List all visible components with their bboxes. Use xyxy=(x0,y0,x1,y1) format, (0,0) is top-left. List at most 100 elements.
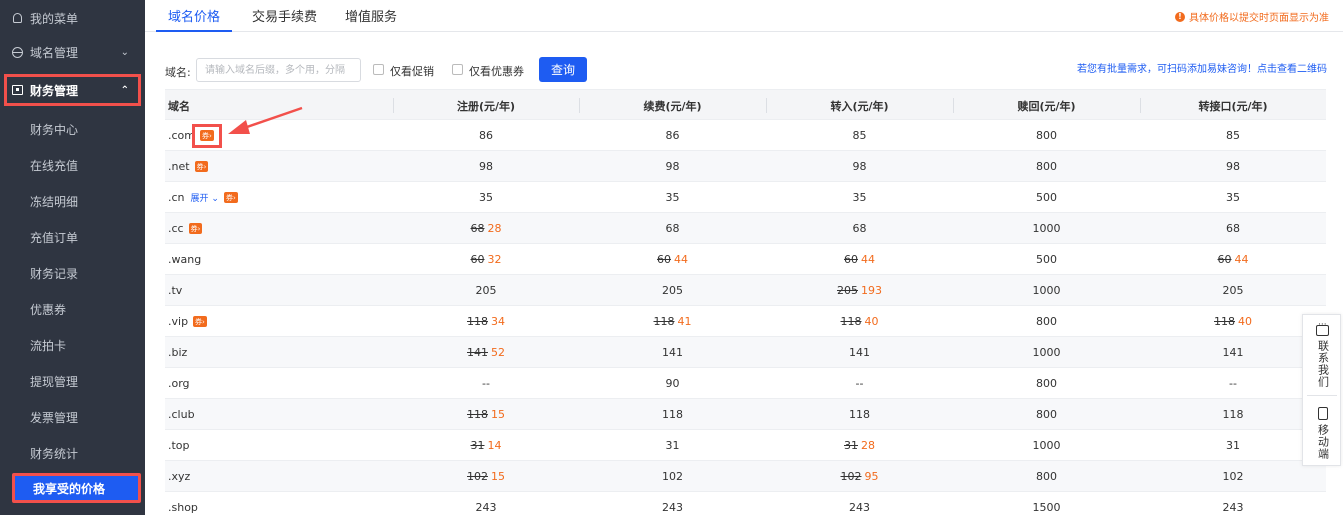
table-row: .tv 205 205 205 193 1000 205 xyxy=(165,275,1326,306)
price-cell: 243 xyxy=(393,492,579,515)
sidebar-item-online-recharge[interactable]: 在线充值 xyxy=(0,147,145,183)
price-cell: 35 xyxy=(766,182,953,213)
sidebar-item-withdrawal[interactable]: 提现管理 xyxy=(0,363,145,399)
coupon-only-checkbox[interactable] xyxy=(452,64,463,75)
promo-only-checkbox[interactable] xyxy=(373,64,384,75)
tab-value-added[interactable]: 增值服务 xyxy=(345,0,397,31)
expand-link[interactable]: 展开 ⌄ xyxy=(191,191,219,204)
price: 68 xyxy=(1226,222,1240,235)
price-cell: 205 xyxy=(393,275,579,306)
coupon-badge[interactable]: 券 › xyxy=(188,223,203,234)
promo-price: 15 xyxy=(491,470,505,483)
table-row: .xyz 102 15 102 102 95 800 102 xyxy=(165,461,1326,492)
price-cell: 98 xyxy=(766,151,953,182)
mobile-button[interactable]: 移动端 xyxy=(1303,397,1342,467)
promo-price: 41 xyxy=(677,315,692,328)
tab-trade-fees[interactable]: 交易手续费 xyxy=(252,0,317,31)
price-cell: 243 xyxy=(1140,492,1326,515)
domain-suffix: .cc xyxy=(168,222,184,235)
price-cell: 118 xyxy=(1140,399,1326,430)
original-price: 68 xyxy=(470,222,485,235)
promo-price: 44 xyxy=(674,253,688,266)
phone-icon xyxy=(1317,407,1328,420)
query-button[interactable]: 查询 xyxy=(539,57,587,82)
price-cell: 35 xyxy=(393,182,579,213)
sidebar-item-statistics[interactable]: 财务统计 xyxy=(0,435,145,471)
column-separator xyxy=(953,98,954,113)
table-header: 域名 注册(元/年) 续费(元/年) 转入(元/年) 赎回(元/年) 转接口(元/年) xyxy=(165,89,1326,120)
original-price: 60 xyxy=(844,253,858,266)
mobile-label: 移动端 xyxy=(1316,424,1330,460)
chevron-right-icon: › xyxy=(232,193,236,202)
original-price: 31 xyxy=(470,439,485,452)
table-row: .org -- 90 -- 800 -- xyxy=(165,368,1326,399)
domain-cell: .wang xyxy=(165,244,393,275)
sidebar-item-invoice[interactable]: 发票管理 xyxy=(0,399,145,435)
domain-cell: .tv xyxy=(165,275,393,306)
column-header: 转接口(元/年) xyxy=(1198,99,1268,113)
sidebar-item-finance-center[interactable]: 财务中心 xyxy=(0,111,145,147)
price-cell: 800 xyxy=(953,151,1140,182)
price-cell: 1000 xyxy=(953,337,1140,368)
promo-price: 32 xyxy=(487,253,502,266)
promo-price: 40 xyxy=(1238,315,1252,328)
promo-price: 44 xyxy=(1234,253,1249,266)
sidebar-item-finance-records[interactable]: 财务记录 xyxy=(0,255,145,291)
price-cell: 60 32 xyxy=(393,244,579,275)
price-cell: 118 40 xyxy=(766,306,953,337)
domain-suffix: .tv xyxy=(168,284,183,297)
price: 98 xyxy=(1226,160,1240,173)
user-icon xyxy=(11,12,23,24)
price: 500 xyxy=(1036,191,1057,204)
sidebar-item-my-prices[interactable]: 我享受的价格 xyxy=(12,473,141,503)
price: 118 xyxy=(849,408,870,421)
price: -- xyxy=(482,377,490,390)
price-cell: -- xyxy=(393,368,579,399)
sidebar-item-auction-card[interactable]: 流拍卡 xyxy=(0,327,145,363)
price-cell: 243 xyxy=(579,492,766,515)
menu-domain-management[interactable]: 域名管理 ⌄ xyxy=(0,34,145,70)
coupon-label: 券 xyxy=(195,317,203,326)
table-row: .cn 展开 ⌄ 券 › 35 35 35 500 35 xyxy=(165,182,1326,213)
price: 31 xyxy=(665,439,680,452)
price: 243 xyxy=(849,501,870,514)
original-price: 205 xyxy=(837,284,858,297)
sidebar-item-recharge-orders[interactable]: 充值订单 xyxy=(0,219,145,255)
price: 31 xyxy=(1226,439,1240,452)
price: 35 xyxy=(665,191,680,204)
contact-us-button[interactable]: 联系我们 xyxy=(1303,315,1342,395)
price-cell: 141 xyxy=(1140,337,1326,368)
domain-cell: .vip 券 › xyxy=(165,306,393,337)
domain-cell: .xyz xyxy=(165,461,393,492)
coupon-label: 券 xyxy=(225,193,233,202)
price-cell: 243 xyxy=(766,492,953,515)
original-price: 102 xyxy=(467,470,488,483)
domain-suffix-input[interactable] xyxy=(196,58,361,82)
price-cell: -- xyxy=(1140,368,1326,399)
bulk-qr-link[interactable]: 若您有批量需求，可扫码添加易妹咨询！点击查看二维码 xyxy=(1077,60,1327,75)
coupon-label: 券 xyxy=(196,162,204,171)
coupon-badge[interactable]: 券 › xyxy=(223,192,238,203)
menu-label: 域名管理 xyxy=(30,45,79,60)
price: 35 xyxy=(852,191,867,204)
table-row: .vip 券 › 118 34 118 41 118 40 800 118 40 xyxy=(165,306,1326,337)
coupon-badge[interactable]: 券 › xyxy=(193,316,207,327)
tab-domain-prices[interactable]: 域名价格 xyxy=(156,0,233,32)
price: 243 xyxy=(662,501,683,514)
promo-only-label: 仅看促销 xyxy=(390,65,434,78)
price: 98 xyxy=(852,160,867,173)
price: 68 xyxy=(852,222,867,235)
sidebar-item-frozen-details[interactable]: 冻结明细 xyxy=(0,183,145,219)
notice-text: 具体价格以提交时页面显示为准 xyxy=(1189,13,1329,24)
price-cell: 102 xyxy=(1140,461,1326,492)
original-price: 118 xyxy=(653,315,675,328)
domain-suffix: .biz xyxy=(168,346,188,359)
sidebar-item-coupons[interactable]: 优惠券 xyxy=(0,291,145,327)
price-cell: 500 xyxy=(953,244,1140,275)
coupon-badge[interactable]: 券 › xyxy=(194,161,209,172)
promo-price: 28 xyxy=(861,439,875,452)
table-row: .top 31 14 31 31 28 1000 31 xyxy=(165,430,1326,461)
price: 85 xyxy=(1226,129,1240,142)
menu-my-menu[interactable]: 我的菜单 xyxy=(0,0,145,36)
table-row: .club 118 15 118 118 800 118 xyxy=(165,399,1326,430)
